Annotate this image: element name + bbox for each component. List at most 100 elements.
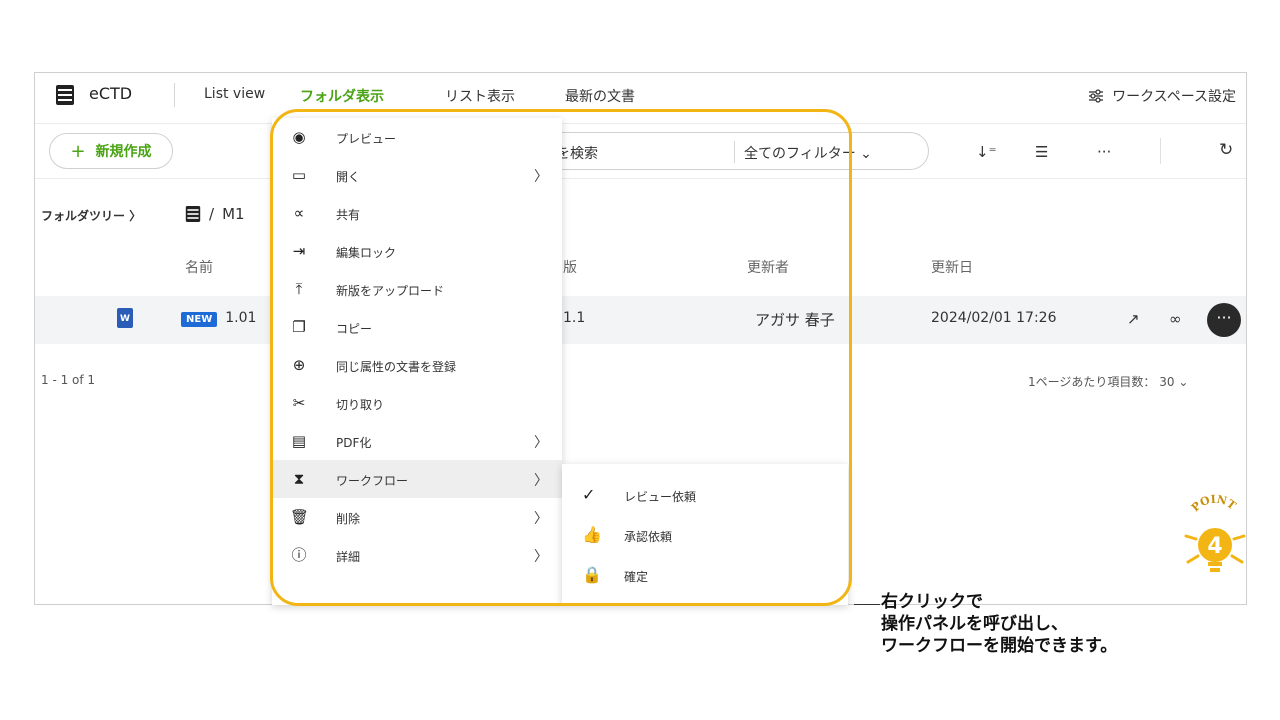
more-horizontal-icon[interactable]: ··· (1097, 143, 1111, 161)
menu-item-label: 新版をアップロード (336, 284, 445, 298)
submenu-item-label: 確定 (624, 570, 649, 584)
scissors-icon: ✂ (292, 394, 306, 412)
word-file-icon: W (117, 308, 133, 328)
sliders-icon (1089, 89, 1104, 103)
chevron-right-icon: 〉 (534, 473, 548, 489)
pager-range: 1 - 1 of 1 (41, 373, 96, 387)
submenu-item-review-request[interactable]: ✓ レビュー依頼 (562, 476, 848, 514)
menu-item-pdf[interactable]: ▤ PDF化 〉 (272, 422, 562, 460)
trash-icon: 🗑 (290, 508, 310, 526)
upload-icon: ⤒ (295, 280, 303, 298)
info-icon: ⓘ (291, 546, 307, 564)
submenu-item-approval-request[interactable]: 👍 承認依頼 (562, 516, 848, 554)
menu-item-label: 同じ属性の文書を登録 (336, 360, 457, 374)
svg-text:4: 4 (1207, 534, 1222, 559)
menu-item-label: 共有 (336, 208, 361, 222)
workflow-submenu: ✓ レビュー依頼 👍 承認依頼 🔒 確定 (562, 464, 848, 605)
menu-item-workflow[interactable]: ⧗ ワークフロー 〉 (272, 460, 562, 498)
menu-item-label: 切り取り (336, 398, 385, 412)
annotation-caption: 右クリックで 操作パネルを呼び出し、 ワークフローを開始できます。 (881, 592, 1118, 656)
menu-item-label: PDF化 (336, 436, 372, 450)
menu-item-open[interactable]: ▭ 開く 〉 (272, 156, 562, 194)
chevron-right-icon: 〉 (534, 511, 548, 527)
file-add-icon: ⊕ (292, 356, 306, 374)
column-header-name[interactable]: 名前 (185, 257, 213, 277)
point-badge-icon: POINT 4 (1184, 493, 1246, 572)
share-icon: ∝ (293, 204, 305, 222)
chevron-right-icon: 〉 (534, 435, 548, 451)
new-create-button[interactable]: + 新規作成 (49, 133, 173, 169)
workspace-settings-button[interactable]: ワークスペース設定 (1088, 86, 1236, 106)
document-updated: 2024/02/01 17:26 (931, 310, 1057, 326)
open-external-icon[interactable]: ↗ (1127, 310, 1140, 328)
menu-item-upload-new-version[interactable]: ⤒ 新版をアップロード (272, 270, 562, 308)
menu-item-label: プレビュー (336, 132, 397, 146)
search-placeholder: を検索 (556, 146, 598, 162)
thumbs-up-icon: 👍 (582, 525, 602, 544)
menu-item-label: 詳細 (336, 550, 361, 564)
chevron-right-icon: 〉 (534, 549, 548, 565)
document-name[interactable]: NEW 1.01 (181, 310, 256, 327)
pdf-icon: ▤ (291, 432, 307, 450)
submenu-item-confirm[interactable]: 🔒 確定 (562, 556, 848, 594)
column-header-updated[interactable]: 更新日 (931, 257, 973, 277)
nav-folder-view[interactable]: フォルダ表示 (300, 86, 384, 106)
header-divider (174, 83, 175, 107)
submenu-item-label: 承認依頼 (624, 530, 673, 544)
menu-item-delete[interactable]: 🗑 削除 〉 (272, 498, 562, 536)
submenu-item-label: レビュー依頼 (624, 490, 697, 504)
menu-item-edit-lock[interactable]: ⇥ 編集ロック (272, 232, 562, 270)
document-version: 1.1 (563, 310, 586, 326)
column-header-version[interactable]: 版 (563, 257, 577, 277)
page-size-selector[interactable]: 1ページあたり項目数： 30 ⌄ (1028, 373, 1188, 390)
cabinet-icon (56, 85, 74, 105)
row-more-button[interactable]: ··· (1207, 303, 1241, 337)
copy-icon: ❐ (292, 318, 306, 336)
menu-item-label: コピー (336, 322, 373, 336)
menu-item-cut[interactable]: ✂ 切り取り (272, 384, 562, 422)
top-nav-bar: eCTD List view フォルダ表示 リスト表示 最新の文書 ワークスペー… (35, 73, 1246, 117)
menu-item-share[interactable]: ∝ 共有 (272, 194, 562, 232)
plus-icon: + (70, 140, 86, 162)
login-arrow-icon: ⇥ (292, 242, 306, 260)
breadcrumb-separator: / (209, 205, 215, 223)
new-badge: NEW (181, 312, 218, 327)
menu-item-label: 削除 (336, 512, 361, 526)
menu-item-details[interactable]: ⓘ 詳細 〉 (272, 536, 562, 574)
hourglass-icon: ⧗ (293, 470, 305, 488)
filter-dropdown[interactable]: 全てのフィルター ⌄ (744, 143, 872, 163)
document-updater: アガサ 春子 (755, 311, 835, 329)
menu-item-label: 開く (336, 170, 361, 184)
list-icon[interactable]: ☰ (1035, 143, 1048, 161)
menu-item-copy[interactable]: ❐ コピー (272, 308, 562, 346)
table-row[interactable]: W NEW 1.01 1.1 アガサ 春子 2024/02/01 17:26 ↗ … (35, 296, 1246, 344)
check-icon: ✓ (582, 485, 596, 504)
column-header-updater[interactable]: 更新者 (747, 257, 789, 277)
link-icon[interactable]: ∞ (1169, 310, 1182, 328)
laptop-icon: ▭ (291, 166, 307, 184)
breadcrumb-segment[interactable]: M1 (222, 205, 245, 223)
context-menu: ◉ プレビュー ▭ 開く 〉 ∝ 共有 ⇥ 編集ロック ⤒ 新版をアップロード … (272, 118, 562, 605)
toolbar-divider (1160, 138, 1161, 164)
cabinet-icon[interactable] (185, 205, 201, 223)
chevron-right-icon: 〉 (534, 169, 548, 185)
breadcrumb: / M1 (185, 205, 245, 223)
caption-connector (854, 604, 880, 605)
svg-text:POINT: POINT (1189, 493, 1239, 515)
eye-icon: ◉ (292, 128, 306, 146)
menu-item-preview[interactable]: ◉ プレビュー (272, 118, 562, 156)
new-create-label: 新規作成 (95, 144, 152, 160)
folder-tree-toggle[interactable]: フォルダツリー 〉 (41, 207, 141, 224)
workspace-settings-label: ワークスペース設定 (1112, 89, 1236, 105)
nav-latest-documents[interactable]: 最新の文書 (565, 86, 635, 106)
search-input[interactable]: を検索 全てのフィルター ⌄ (515, 132, 929, 170)
refresh-icon[interactable]: ↻ (1219, 140, 1233, 160)
sort-icon[interactable]: ↓⁼ (976, 143, 997, 161)
menu-item-register-same-attributes[interactable]: ⊕ 同じ属性の文書を登録 (272, 346, 562, 384)
nav-list-display[interactable]: リスト表示 (445, 86, 515, 106)
nav-list-view[interactable]: List view (204, 86, 265, 102)
lock-icon: 🔒 (582, 565, 602, 584)
search-divider (734, 141, 735, 163)
menu-item-label: 編集ロック (336, 246, 397, 260)
toolbar: + 新規作成 を検索 全てのフィルター ⌄ ↓⁼ ☰ ··· ↻ (35, 123, 1246, 179)
